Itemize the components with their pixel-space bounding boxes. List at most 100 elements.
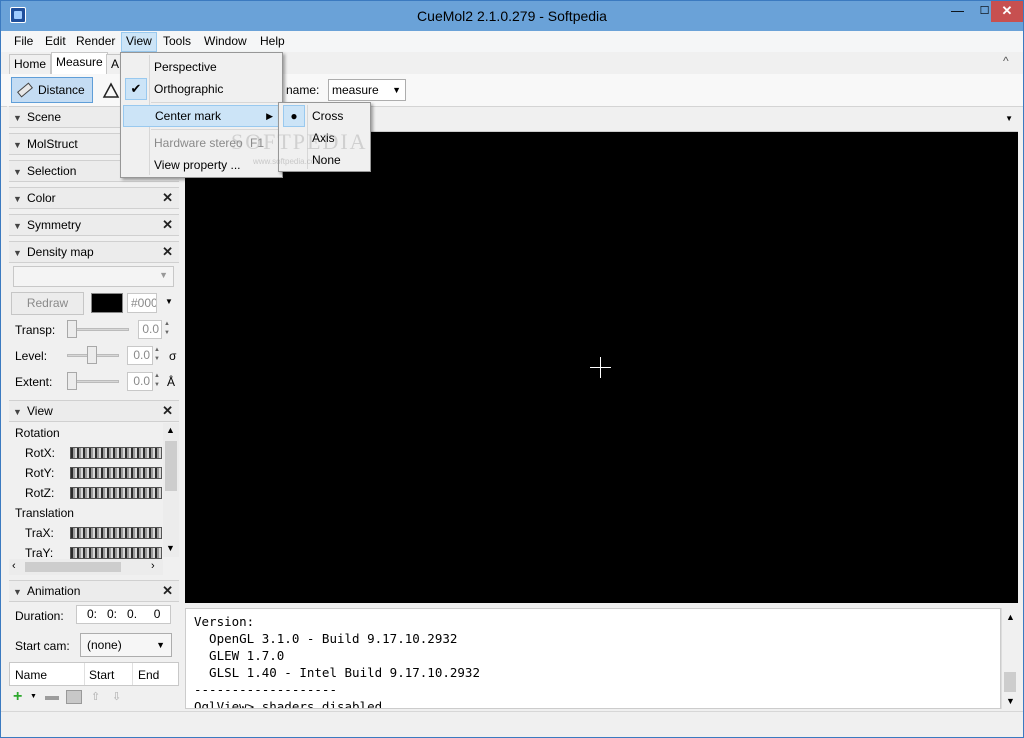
camera-icon[interactable] (66, 690, 82, 704)
menu-edit[interactable]: Edit (41, 32, 70, 52)
tray-wheel[interactable] (70, 547, 162, 559)
ribbon-collapse-icon[interactable]: ^ (1003, 54, 1009, 68)
column-header-name[interactable]: Name (15, 668, 47, 682)
scroll-up-icon[interactable]: ▲ (1006, 612, 1015, 622)
transp-label: Transp: (15, 323, 56, 337)
menu-item-orthographic[interactable]: ✔ Orthographic (123, 78, 280, 100)
close-button[interactable]: ✕ (991, 1, 1023, 22)
menu-item-cross[interactable]: ● Cross (281, 105, 368, 127)
scroll-down-icon[interactable]: ▼ (166, 543, 175, 553)
minimize-button[interactable]: — (944, 1, 971, 22)
panel-header-color[interactable]: ▼ Color ✕ (9, 187, 179, 209)
color-swatch[interactable] (91, 293, 123, 313)
extent-slider-thumb[interactable] (67, 372, 77, 390)
rotx-label: RotX: (25, 446, 56, 460)
menu-file[interactable]: File (10, 32, 37, 52)
menu-item-center-mark[interactable]: Center mark ▶ (123, 105, 280, 127)
console-panel[interactable]: Version: OpenGL 3.1.0 - Build 9.17.10.29… (185, 608, 1001, 709)
menu-tools[interactable]: Tools (159, 32, 195, 52)
remove-icon[interactable] (45, 696, 59, 700)
scroll-up-icon[interactable]: ▲ (166, 425, 175, 435)
name-select[interactable]: measure ▼ (328, 79, 406, 101)
rotx-wheel[interactable] (70, 447, 162, 459)
close-icon[interactable]: ✕ (162, 403, 173, 419)
scroll-down-icon[interactable]: ▼ (1006, 696, 1015, 706)
tab-home[interactable]: Home (9, 54, 52, 74)
startcam-label: Start cam: (15, 639, 70, 653)
scroll-thumb[interactable] (1004, 672, 1016, 692)
move-up-icon[interactable]: ⇧ (91, 690, 100, 703)
density-map-select[interactable]: ▼ (13, 266, 174, 287)
sigma-unit: σ (169, 349, 177, 363)
roty-wheel[interactable] (70, 467, 162, 479)
color-dropdown-icon[interactable]: ▼ (165, 297, 173, 306)
tab-list-dropdown-icon[interactable]: ▼ (1005, 114, 1013, 123)
animation-table-header: Name Start End (9, 662, 179, 686)
rotz-wheel[interactable] (70, 487, 162, 499)
add-dropdown-icon[interactable]: ▼ (30, 693, 37, 700)
panel-header-view[interactable]: ▼ View ✕ (9, 400, 179, 422)
level-spinner[interactable]: ▲ ▼ (154, 346, 163, 365)
submenu-arrow-icon: ▶ (266, 111, 273, 121)
hscroll-thumb[interactable] (25, 562, 121, 572)
close-icon[interactable]: ✕ (162, 583, 173, 599)
duration-field[interactable]: 0: 0: 0. 0 (76, 605, 171, 624)
close-icon[interactable]: ✕ (162, 244, 173, 260)
angle-icon[interactable] (101, 81, 121, 99)
scroll-thumb[interactable] (165, 441, 177, 491)
panel-header-symmetry[interactable]: ▼ Symmetry ✕ (9, 214, 179, 236)
menu-bar: File Edit Render View Tools Window Help (1, 31, 1023, 52)
scroll-left-icon[interactable]: ‹ (12, 560, 16, 572)
transp-spinner[interactable]: ▲ ▼ (164, 320, 173, 339)
collapse-arrow-icon: ▼ (13, 587, 22, 597)
menu-window[interactable]: Window (200, 32, 251, 52)
menu-render[interactable]: Render (72, 32, 119, 52)
console-line: GLEW 1.7.0 (194, 648, 285, 663)
view-hscrollbar[interactable]: ‹ › (9, 559, 163, 575)
view-vscrollbar[interactable]: ▲ ▼ (163, 423, 179, 557)
softpedia-watermark: SOFTPEDIA (231, 129, 368, 154)
distance-label: Distance (38, 83, 85, 97)
column-header-start[interactable]: Start (89, 668, 114, 682)
transp-field[interactable]: 0.0 (138, 320, 162, 339)
radio-dot-icon: ● (283, 105, 305, 127)
menu-item-perspective[interactable]: Perspective (123, 56, 280, 78)
window-title: CueMol2 2.1.0.279 - Softpedia (417, 8, 607, 24)
extent-label: Extent: (15, 375, 53, 389)
console-line: ------------------- (194, 682, 337, 697)
distance-button[interactable]: Distance (11, 77, 93, 103)
level-field[interactable]: 0.0 (127, 346, 153, 365)
close-icon[interactable]: ✕ (162, 190, 173, 206)
name-label: name: (286, 83, 320, 97)
collapse-arrow-icon: ▼ (13, 167, 22, 177)
level-slider-thumb[interactable] (87, 346, 97, 364)
tab-measure[interactable]: Measure (51, 52, 108, 74)
transp-slider-thumb[interactable] (67, 320, 77, 338)
console-scrollbar[interactable]: ▲ ▼ (1001, 608, 1018, 709)
title-bar: CueMol2 2.1.0.279 - Softpedia — ☐ ✕ (1, 1, 1023, 31)
extent-spinner[interactable]: ▲ ▼ (154, 372, 163, 391)
add-icon[interactable]: + (13, 689, 22, 705)
move-down-icon[interactable]: ⇩ (112, 690, 121, 703)
center-mark-crosshair-v (600, 357, 601, 378)
extent-field[interactable]: 0.0 (127, 372, 153, 391)
collapse-arrow-icon: ▼ (13, 221, 22, 231)
roty-label: RotY: (25, 466, 55, 480)
column-header-end[interactable]: End (138, 668, 159, 682)
redraw-button[interactable]: Redraw (11, 292, 84, 315)
console-output: Version: OpenGL 3.1.0 - Build 9.17.10.29… (194, 613, 480, 709)
startcam-select[interactable]: (none) ▼ (80, 633, 172, 657)
rotation-label: Rotation (15, 426, 60, 440)
menu-view[interactable]: View (121, 32, 157, 52)
collapse-arrow-icon: ▼ (13, 113, 22, 123)
panel-header-density-map[interactable]: ▼ Density map ✕ (9, 241, 179, 263)
console-line: Version: (194, 614, 255, 629)
console-line: OglView> shaders disabled (194, 699, 383, 709)
softpedia-watermark-url: www.softpedia.com (253, 157, 322, 166)
panel-header-animation[interactable]: ▼ Animation ✕ (9, 580, 179, 602)
trax-wheel[interactable] (70, 527, 162, 539)
scroll-right-icon[interactable]: › (151, 560, 155, 572)
color-code-field[interactable]: #000 (127, 293, 157, 313)
menu-help[interactable]: Help (256, 32, 289, 52)
close-icon[interactable]: ✕ (162, 217, 173, 233)
